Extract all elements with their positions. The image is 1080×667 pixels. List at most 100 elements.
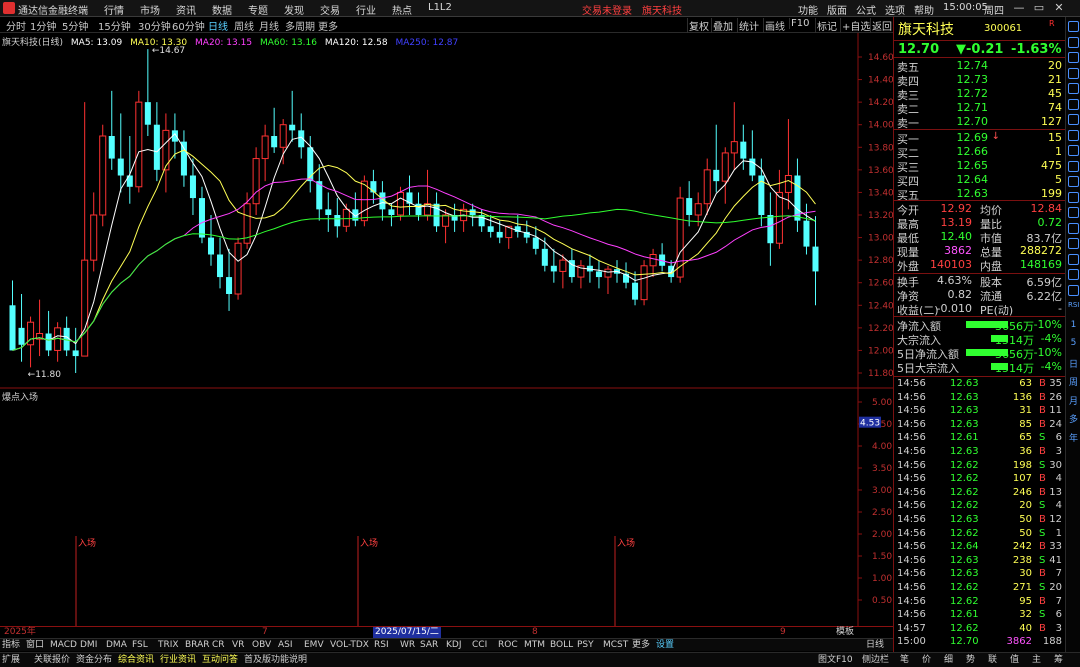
indicator-tab[interactable]: VR bbox=[232, 639, 244, 651]
toolstrip-shortcut[interactable]: RSI bbox=[1068, 301, 1079, 309]
indicator-tab[interactable]: BRAR bbox=[185, 639, 209, 651]
indicator-tab[interactable]: MCST bbox=[603, 639, 628, 651]
period-tab[interactable]: 周线 bbox=[234, 18, 254, 33]
bid-row[interactable]: 买二 12.66 1 bbox=[894, 145, 1066, 160]
toolstrip-icon[interactable] bbox=[1068, 191, 1079, 203]
bottom-tab[interactable]: 关联报价 bbox=[34, 654, 70, 666]
indicator-tab[interactable]: BOLL bbox=[550, 639, 573, 651]
indicator-chart[interactable]: 5.004.504.003.503.002.502.001.501.000.50… bbox=[0, 388, 893, 626]
indicator-tab[interactable]: 设置 bbox=[656, 639, 674, 651]
close-icon[interactable]: ✕ bbox=[1052, 1, 1066, 15]
toolstrip-icon[interactable] bbox=[1068, 207, 1079, 218]
menu-item[interactable]: 热点 bbox=[392, 2, 412, 17]
period-tab[interactable]: 5分钟 bbox=[62, 18, 88, 33]
indicator-tab[interactable]: DMA bbox=[106, 639, 127, 651]
bottom-tab[interactable]: 扩展 bbox=[2, 654, 20, 666]
toolstrip-shortcut[interactable]: 日 bbox=[1068, 357, 1079, 370]
toolstrip-shortcut[interactable]: 年 bbox=[1068, 431, 1079, 444]
indicator-tab[interactable]: 窗口 bbox=[26, 639, 44, 651]
toolstrip-shortcut[interactable]: 1 bbox=[1068, 320, 1079, 330]
indicator-tab[interactable]: SAR bbox=[420, 639, 438, 651]
period-tab[interactable]: 1分钟 bbox=[30, 18, 56, 33]
func-menu-item[interactable]: 选项 bbox=[885, 2, 905, 17]
ask-row[interactable]: 卖五 12.74 20 bbox=[894, 59, 1066, 74]
bid-row[interactable]: 买四 12.64 5 bbox=[894, 173, 1066, 188]
tool-button[interactable]: 返回 bbox=[870, 18, 893, 33]
tool-button[interactable]: +自选 bbox=[840, 18, 871, 33]
bid-row[interactable]: 买三 12.65 475 bbox=[894, 159, 1066, 174]
ask-row[interactable]: 卖三 12.72 45 bbox=[894, 87, 1066, 102]
menu-item[interactable]: 行业 bbox=[356, 2, 376, 17]
period-tab[interactable]: 30分钟 bbox=[138, 18, 171, 33]
toolstrip-icon[interactable] bbox=[1068, 52, 1079, 63]
menu-item[interactable]: L1L2 bbox=[428, 2, 452, 13]
toolstrip-shortcut[interactable]: 月 bbox=[1068, 394, 1079, 407]
toolstrip-icon[interactable] bbox=[1068, 176, 1079, 187]
tool-button[interactable]: 统计 bbox=[737, 18, 760, 33]
indicator-tab[interactable]: DMI bbox=[80, 639, 97, 651]
indicator-tab[interactable]: ROC bbox=[498, 639, 518, 651]
period-tab[interactable]: 月线 bbox=[259, 18, 279, 33]
toolstrip-icon[interactable] bbox=[1068, 83, 1079, 94]
bottom-right-tab[interactable]: 图文F10 bbox=[818, 654, 853, 666]
template-button[interactable]: 模板 bbox=[836, 627, 854, 638]
indicator-tab[interactable]: WR bbox=[400, 639, 415, 651]
ask-row[interactable]: 卖一 12.70 127 bbox=[894, 115, 1066, 130]
quick-view-button[interactable]: 价 bbox=[922, 654, 931, 666]
toolstrip-icon[interactable] bbox=[1068, 98, 1079, 110]
toolstrip-icon[interactable] bbox=[1068, 238, 1079, 249]
toolstrip-icon[interactable] bbox=[1068, 67, 1079, 79]
quick-view-button[interactable]: 笔 bbox=[900, 654, 909, 666]
minimize-icon[interactable]: — bbox=[1012, 1, 1026, 15]
toolstrip-icon[interactable] bbox=[1068, 222, 1079, 234]
indicator-tab[interactable]: MTM bbox=[524, 639, 545, 651]
ask-row[interactable]: 卖四 12.73 21 bbox=[894, 73, 1066, 88]
period-tab[interactable]: 分时 bbox=[6, 18, 26, 33]
toolstrip-icon[interactable] bbox=[1068, 269, 1079, 280]
toolstrip-icon[interactable] bbox=[1068, 160, 1079, 172]
indicator-tab[interactable]: ASI bbox=[278, 639, 293, 651]
toolstrip-icon[interactable] bbox=[1068, 145, 1079, 156]
tool-button[interactable]: 复权 bbox=[687, 18, 710, 33]
period-tab-more[interactable]: 更多 bbox=[318, 18, 338, 33]
toolstrip-icon[interactable] bbox=[1068, 21, 1079, 32]
indicator-tab[interactable]: CCI bbox=[472, 639, 487, 651]
indicator-tab[interactable]: EMV bbox=[304, 639, 324, 651]
indicator-tab[interactable]: OBV bbox=[252, 639, 271, 651]
bottom-tab[interactable]: 综合资讯 bbox=[118, 654, 154, 666]
login-status[interactable]: 交易未登录 bbox=[582, 2, 632, 17]
quick-view-button[interactable]: 主 bbox=[1032, 654, 1041, 666]
current-stock-link[interactable]: 旗天科技 bbox=[642, 2, 682, 17]
indicator-tab[interactable]: TRIX bbox=[158, 639, 179, 651]
tool-button[interactable]: 画线 bbox=[763, 18, 786, 33]
toolstrip-icon[interactable] bbox=[1068, 129, 1079, 141]
quick-view-button[interactable]: 细 bbox=[944, 654, 953, 666]
quick-view-button[interactable]: 联 bbox=[988, 654, 997, 666]
indicator-tab[interactable]: MACD bbox=[50, 639, 77, 651]
bottom-tab[interactable]: 首及版功能说明 bbox=[244, 654, 307, 666]
toolstrip-shortcut[interactable]: 5 bbox=[1068, 338, 1079, 348]
period-indicator[interactable]: 日线 bbox=[866, 639, 884, 651]
bottom-right-tab[interactable]: 侧边栏 bbox=[862, 654, 889, 666]
menu-item[interactable]: 行情 bbox=[104, 2, 124, 17]
func-menu-item[interactable]: 功能 bbox=[798, 2, 818, 17]
period-tab[interactable]: 15分钟 bbox=[98, 18, 131, 33]
period-tab[interactable]: 60分钟 bbox=[172, 18, 205, 33]
indicator-tab[interactable]: 更多 bbox=[632, 639, 650, 651]
bottom-tab[interactable]: 行业资讯 bbox=[160, 654, 196, 666]
tool-button[interactable]: F10 bbox=[789, 18, 810, 29]
stock-name[interactable]: 旗天科技 bbox=[898, 19, 954, 39]
func-menu-item[interactable]: 公式 bbox=[856, 2, 876, 17]
period-tab-active[interactable]: 日线 bbox=[208, 18, 228, 33]
period-tab[interactable]: 多周期 bbox=[285, 18, 315, 33]
tool-button[interactable]: 标记 bbox=[815, 18, 838, 33]
menu-item[interactable]: 交易 bbox=[320, 2, 340, 17]
menu-item[interactable]: 发现 bbox=[284, 2, 304, 17]
bottom-tab[interactable]: 互动问答 bbox=[202, 654, 238, 666]
bid-row[interactable]: 买一 12.69 15 ↓ bbox=[894, 131, 1066, 146]
maximize-icon[interactable]: ▭ bbox=[1032, 1, 1046, 15]
tool-button[interactable]: 叠加 bbox=[711, 18, 734, 33]
toolstrip-icon[interactable] bbox=[1068, 284, 1079, 296]
quick-view-button[interactable]: 势 bbox=[966, 654, 975, 666]
toolstrip-icon[interactable] bbox=[1068, 114, 1079, 125]
